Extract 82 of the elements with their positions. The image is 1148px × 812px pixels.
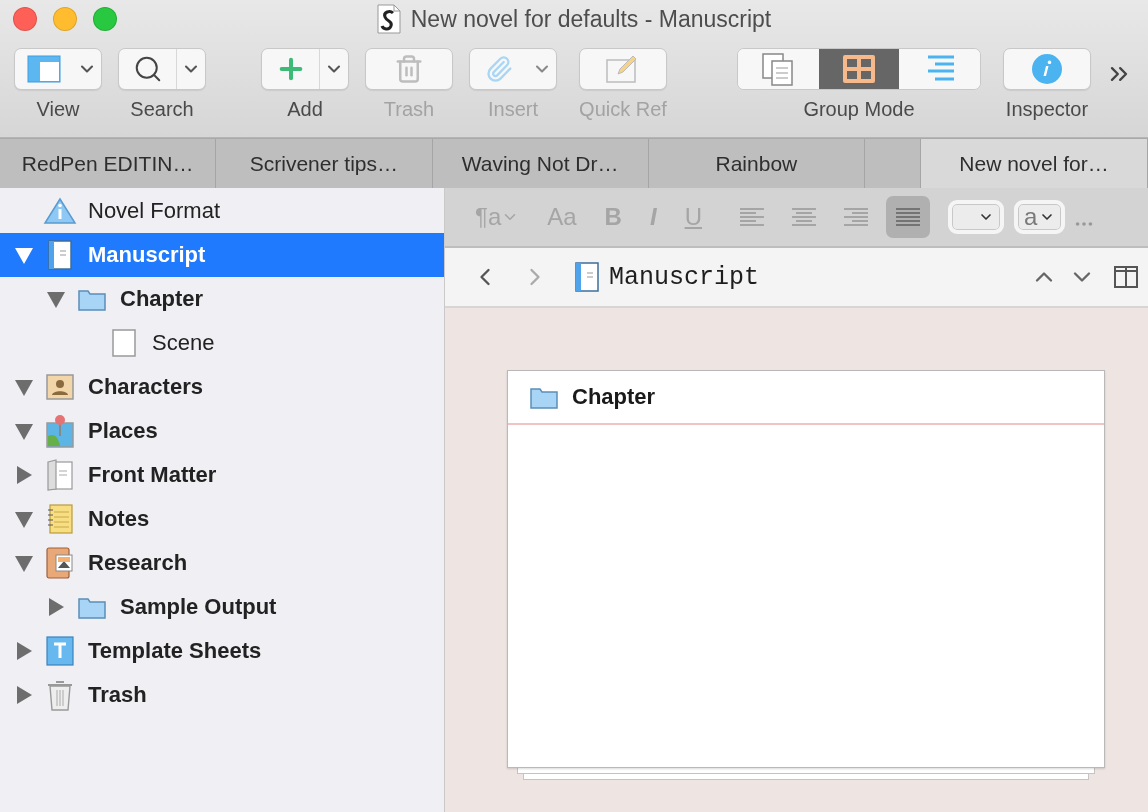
pages-icon bbox=[47, 459, 73, 491]
toolbar-label: Group Mode bbox=[803, 98, 915, 121]
binder-item-label: Trash bbox=[88, 682, 147, 708]
toolbar-label: Quick Ref bbox=[579, 98, 667, 121]
collapse-triangle-icon[interactable] bbox=[14, 377, 34, 397]
expand-triangle-icon[interactable] bbox=[14, 685, 34, 705]
binder-item[interactable]: Novel Format bbox=[0, 189, 444, 233]
minimize-button[interactable] bbox=[53, 7, 77, 31]
expand-triangle-icon[interactable] bbox=[14, 465, 34, 485]
binder-item[interactable]: Characters bbox=[0, 365, 444, 409]
binder-item[interactable]: Manuscript bbox=[0, 233, 444, 277]
document-title: Manuscript bbox=[609, 262, 761, 292]
binder-item-label: Places bbox=[88, 418, 158, 444]
zoom-button[interactable] bbox=[93, 7, 117, 31]
paperclip-icon bbox=[485, 55, 513, 83]
collapse-triangle-icon[interactable] bbox=[46, 289, 66, 309]
collapse-triangle-icon[interactable] bbox=[14, 509, 34, 529]
binder-item-label: Manuscript bbox=[88, 242, 206, 268]
collapse-triangle-icon[interactable] bbox=[14, 245, 34, 265]
collapse-triangle-icon[interactable] bbox=[14, 553, 34, 573]
page-icon bbox=[112, 329, 136, 357]
add-button[interactable] bbox=[261, 48, 349, 90]
binder-item-label: Novel Format bbox=[88, 198, 221, 224]
expand-triangle-icon[interactable] bbox=[46, 597, 66, 617]
split-view-icon[interactable] bbox=[1114, 266, 1138, 288]
collapse-triangle-icon[interactable] bbox=[14, 421, 34, 441]
case-popup[interactable]: a bbox=[1013, 200, 1066, 234]
tab[interactable]: New novel for… bbox=[921, 139, 1148, 188]
close-button[interactable] bbox=[13, 7, 37, 31]
toolbar-label: View bbox=[36, 98, 80, 121]
binder-item-label: Characters bbox=[88, 374, 203, 400]
binder-item[interactable]: Places bbox=[0, 409, 444, 453]
toolbar-label: Insert bbox=[488, 98, 538, 121]
binder-item-label: Scene bbox=[152, 330, 215, 356]
align-left-icon bbox=[738, 207, 765, 227]
window-title: New novel for defaults - Manuscript bbox=[410, 5, 772, 33]
expand-triangle-icon[interactable] bbox=[14, 641, 34, 661]
toolbar-label: Search bbox=[130, 98, 194, 121]
binder-item[interactable]: Front Matter bbox=[0, 453, 444, 497]
binder-item[interactable]: Scene bbox=[0, 321, 444, 365]
binder-item-label: Template Sheets bbox=[88, 638, 262, 664]
toolbar-label: Inspector bbox=[1005, 98, 1089, 121]
trash-icon bbox=[47, 679, 73, 711]
grid-icon bbox=[842, 54, 876, 84]
binder-item-label: Notes bbox=[88, 506, 150, 532]
document-icon bbox=[575, 262, 599, 292]
toolbar-label: Add bbox=[287, 98, 323, 121]
warning-info-icon bbox=[43, 197, 77, 225]
binder-item[interactable]: Notes bbox=[0, 497, 444, 541]
folder-icon bbox=[78, 595, 106, 619]
folder-icon bbox=[78, 287, 106, 311]
map-pin-icon bbox=[46, 414, 74, 448]
binder-item[interactable]: Trash bbox=[0, 673, 444, 717]
binder-item-label: Chapter bbox=[120, 286, 204, 312]
align-button[interactable] bbox=[885, 196, 930, 238]
view-mode-segment[interactable] bbox=[818, 49, 900, 89]
align-justify-icon bbox=[894, 207, 921, 227]
person-card-icon bbox=[46, 374, 74, 400]
folder-icon bbox=[530, 385, 558, 409]
layout-icon bbox=[27, 55, 61, 83]
binder-item[interactable]: Sample Output bbox=[0, 585, 444, 629]
align-center-icon bbox=[790, 207, 817, 227]
binder-item[interactable]: Chapter bbox=[0, 277, 444, 321]
info-icon bbox=[1031, 53, 1063, 85]
document-icon bbox=[376, 4, 401, 34]
notepad-icon bbox=[47, 504, 73, 534]
template-sheet-icon bbox=[46, 636, 74, 666]
align-right-icon bbox=[842, 207, 869, 227]
document-icon bbox=[48, 240, 72, 270]
toolbar-label: Trash bbox=[383, 98, 435, 121]
view-button[interactable] bbox=[14, 48, 102, 90]
binder-item[interactable]: Research bbox=[0, 541, 444, 585]
card-title: Chapter bbox=[572, 384, 656, 410]
binder-item-label: Research bbox=[88, 550, 188, 576]
search-button[interactable] bbox=[118, 48, 206, 90]
binder-item-label: Front Matter bbox=[88, 462, 217, 488]
trash-icon bbox=[394, 54, 424, 84]
book-image-icon bbox=[46, 547, 74, 579]
inspector-button[interactable] bbox=[1003, 48, 1091, 90]
binder-item[interactable]: Template Sheets bbox=[0, 629, 444, 673]
documents-icon bbox=[761, 52, 796, 86]
binder-item-label: Sample Output bbox=[120, 594, 277, 620]
